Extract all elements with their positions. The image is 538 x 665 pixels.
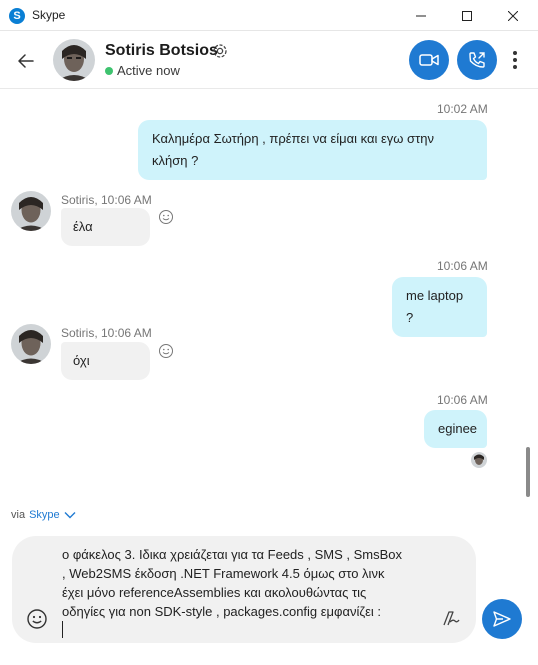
chat-header: Sotiris Botsios Active now xyxy=(0,31,538,89)
back-button[interactable] xyxy=(14,49,38,73)
send-icon xyxy=(493,611,511,627)
sender-label: Sotiris, 10:06 AM xyxy=(61,193,152,207)
window-title: Skype xyxy=(32,8,66,22)
sender-avatar[interactable] xyxy=(11,191,51,231)
online-dot-icon xyxy=(105,66,113,75)
maximize-button[interactable] xyxy=(444,0,490,31)
sender-label: Sotiris, 10:06 AM xyxy=(61,326,152,340)
via-label: via xyxy=(11,509,26,521)
emoji-button[interactable] xyxy=(26,608,48,630)
text-caret xyxy=(62,621,63,638)
sender-avatar-image xyxy=(11,324,51,364)
minimize-button[interactable] xyxy=(398,0,444,31)
maximize-icon xyxy=(462,10,472,21)
contact-avatar-image xyxy=(53,39,95,81)
message-timestamp: 10:06 AM xyxy=(437,259,488,273)
message-composer[interactable]: ο φάκελος 3. Ιδικα χρειάζεται για τα Fee… xyxy=(12,536,476,643)
message-input[interactable]: ο φάκελος 3. Ιδικα χρειάζεται για τα Fee… xyxy=(62,545,436,621)
smiley-icon xyxy=(27,609,47,629)
incoming-message[interactable]: έλα xyxy=(61,208,150,246)
send-button[interactable] xyxy=(482,599,522,639)
video-call-button[interactable] xyxy=(409,40,449,80)
sender-avatar-image xyxy=(11,191,51,231)
pen-format-icon xyxy=(443,611,460,626)
via-skype-selector[interactable]: via Skype xyxy=(11,509,76,521)
audio-call-button[interactable] xyxy=(457,40,497,80)
more-options-button[interactable] xyxy=(505,47,525,73)
contact-name[interactable]: Sotiris Botsios xyxy=(105,42,218,60)
presence-status: Active now xyxy=(105,63,180,78)
more-dots-icon xyxy=(513,51,517,55)
message-timestamp: 10:02 AM xyxy=(437,102,488,116)
scrollbar-thumb[interactable] xyxy=(526,447,530,497)
smiley-react-icon[interactable] xyxy=(158,343,174,359)
message-timestamp: 10:06 AM xyxy=(437,393,488,407)
incoming-message[interactable]: όχι xyxy=(61,342,150,380)
minimize-icon xyxy=(416,15,426,16)
via-link[interactable]: Skype xyxy=(29,509,60,521)
arrow-left-icon xyxy=(18,54,34,68)
skype-logo-icon: S xyxy=(9,8,25,24)
close-button[interactable] xyxy=(490,0,536,31)
status-text: Active now xyxy=(117,63,180,78)
gear-icon[interactable] xyxy=(211,42,229,60)
outgoing-message[interactable]: me laptop ? xyxy=(392,277,487,337)
sender-avatar[interactable] xyxy=(11,324,51,364)
outgoing-message[interactable]: eginee xyxy=(424,410,487,448)
format-text-button[interactable] xyxy=(440,608,462,630)
contact-avatar[interactable] xyxy=(53,39,95,81)
video-camera-icon xyxy=(419,54,439,66)
outgoing-message[interactable]: Καλημέρα Σωτήρη , πρέπει να είμαι και εγ… xyxy=(138,120,487,180)
read-receipt-avatar xyxy=(471,452,487,468)
close-icon xyxy=(508,10,518,21)
smiley-react-icon[interactable] xyxy=(158,209,174,225)
chevron-down-icon xyxy=(64,512,76,519)
title-bar: S Skype xyxy=(0,0,538,31)
phone-icon xyxy=(469,52,485,68)
